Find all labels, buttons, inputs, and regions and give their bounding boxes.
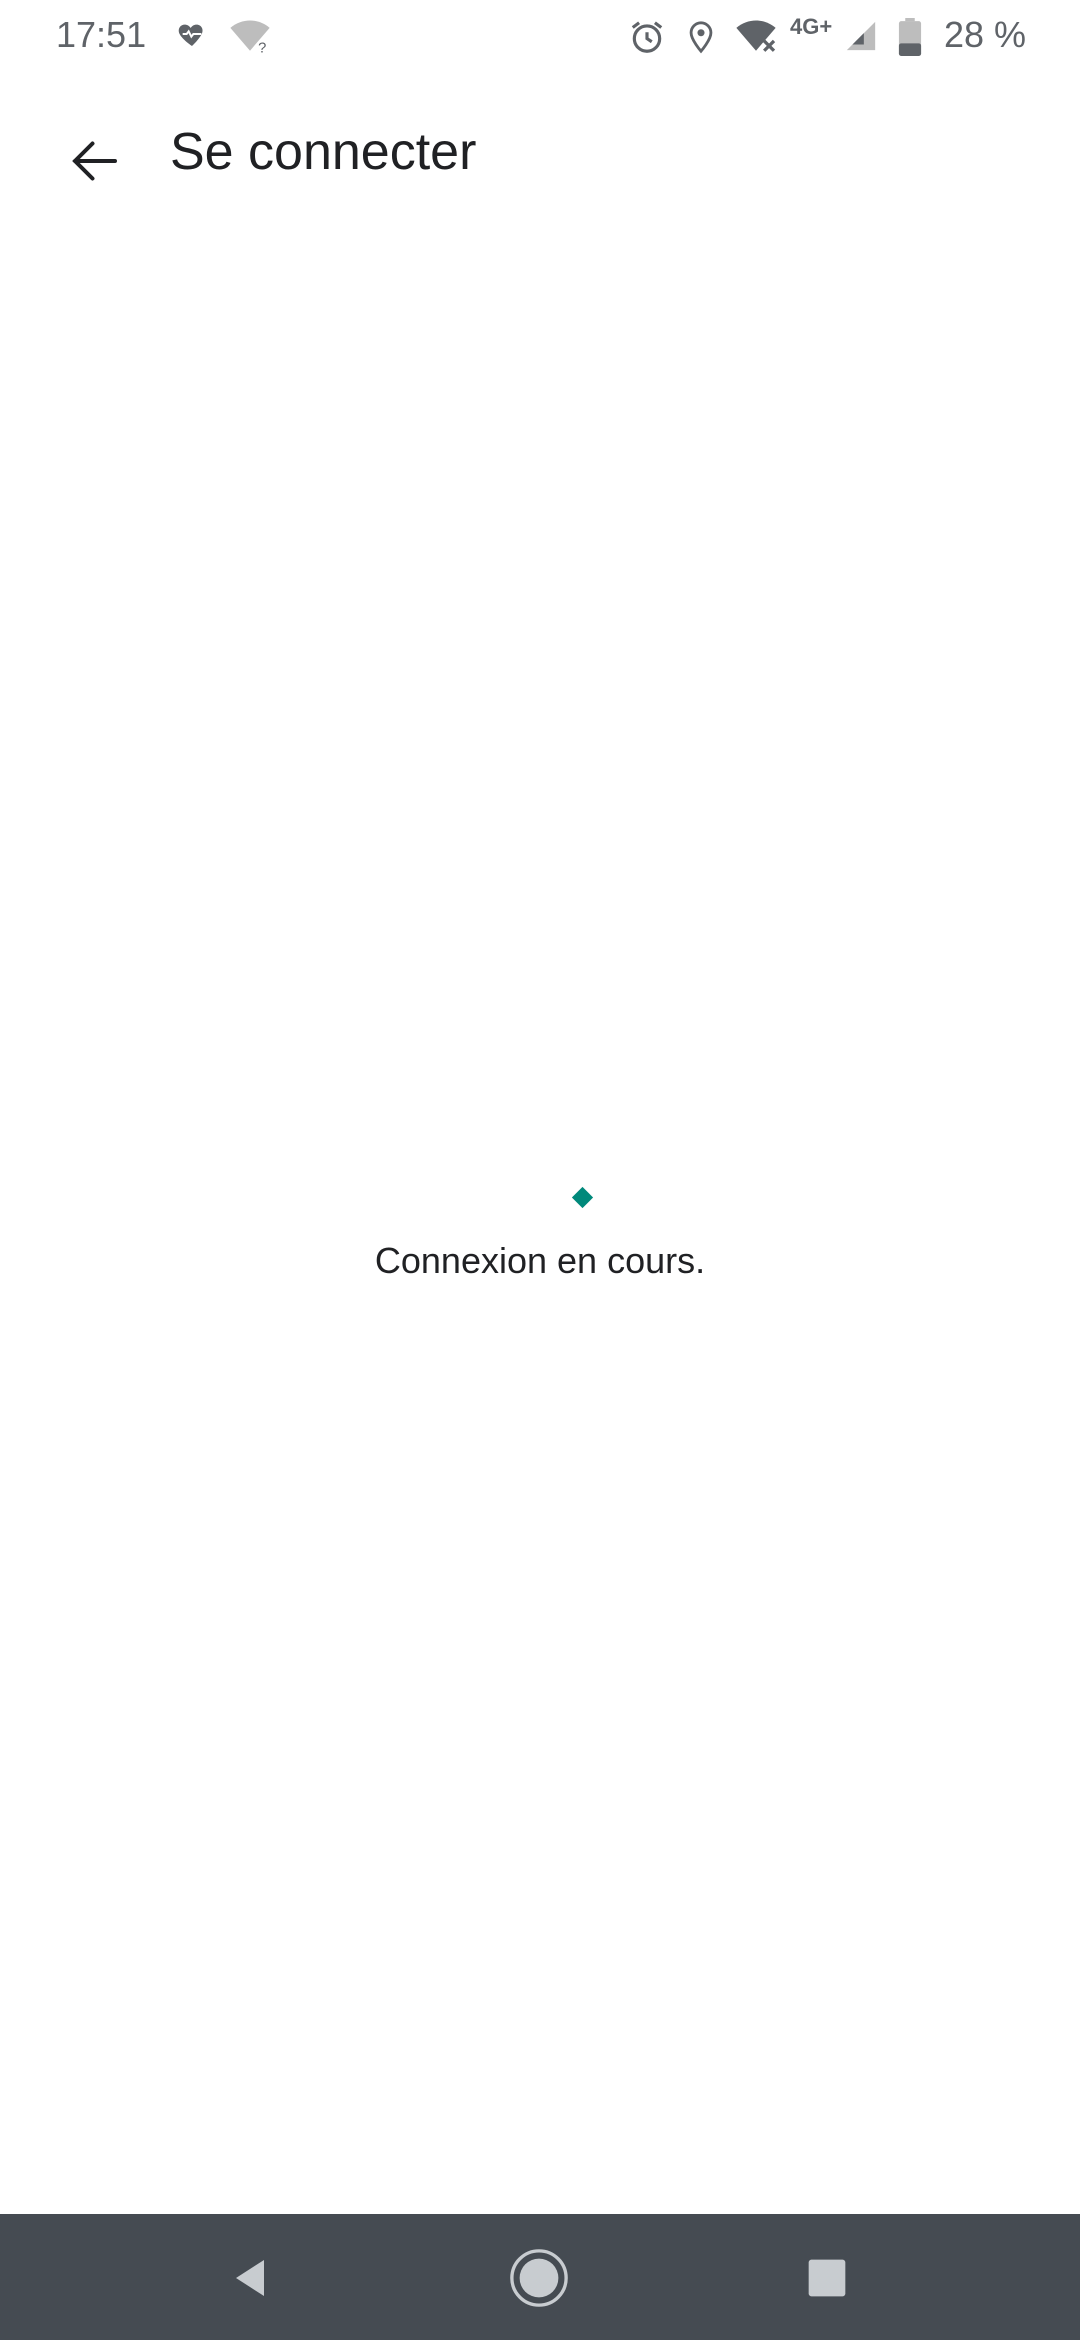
loading-spinner [571, 1186, 594, 1209]
app-bar: Se connecter [0, 100, 1080, 205]
arrow-back-icon [72, 141, 117, 181]
battery-percent: 28 % [943, 14, 1026, 55]
nav-recents-button[interactable] [785, 2236, 869, 2320]
nav-back-button[interactable] [208, 2236, 292, 2320]
loading-message: Connexion en cours. [374, 1240, 706, 1281]
back-button[interactable] [50, 116, 140, 206]
navigation-bar [0, 2214, 1080, 2340]
recents-square-icon [808, 2259, 846, 2297]
heart-rate-icon [176, 18, 208, 55]
wifi-unknown-icon: ? [228, 18, 272, 59]
status-bar: 17:51 ? 4G+ 28 % [0, 0, 1080, 74]
wifi-off-icon [734, 18, 778, 59]
page-title: Se connecter [170, 123, 477, 181]
battery-icon [898, 18, 922, 61]
home-circle-icon [510, 2249, 568, 2307]
back-triangle-icon [236, 2260, 264, 2296]
nav-home-button[interactable] [497, 2236, 581, 2320]
signal-icon [844, 18, 878, 59]
network-type-label: 4G+ [790, 14, 833, 39]
alarm-icon [628, 18, 666, 61]
status-time: 17:51 [56, 14, 147, 55]
location-icon [684, 18, 718, 61]
svg-text:?: ? [258, 40, 266, 54]
